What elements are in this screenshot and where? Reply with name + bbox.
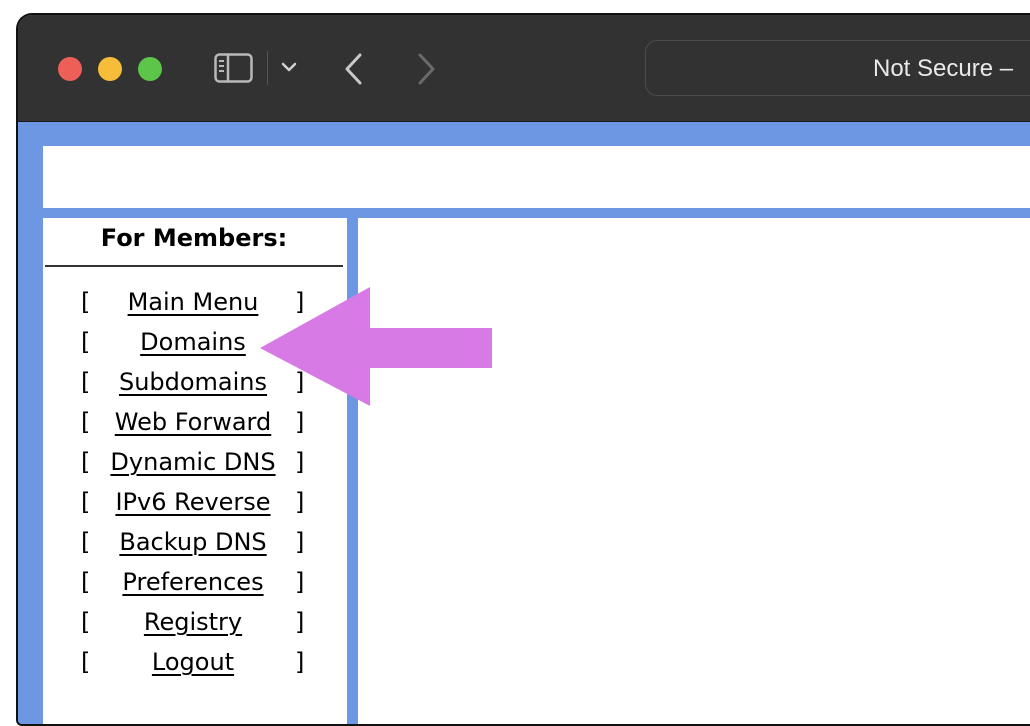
bracket-open: [	[81, 568, 91, 596]
bracket-close: ]	[295, 568, 305, 596]
address-bar[interactable]: Not Secure –	[645, 40, 1030, 96]
menu-link-backup-dns[interactable]: Backup DNS	[95, 528, 291, 556]
bracket-open: [	[81, 328, 91, 356]
forward-arrow-icon[interactable]	[414, 51, 438, 91]
browser-window: Not Secure – For Members: [Main Menu][Do…	[16, 13, 1030, 726]
heading-divider	[45, 265, 343, 267]
back-arrow-icon[interactable]	[342, 51, 366, 91]
sidebar-heading: For Members:	[100, 224, 288, 252]
bracket-open: [	[81, 288, 91, 316]
toolbar-divider	[267, 51, 268, 85]
sidebar-menu-item: [Preferences]	[43, 568, 345, 608]
bracket-open: [	[81, 528, 91, 556]
sidebar-menu-item: [IPv6 Reverse]	[43, 488, 345, 528]
bracket-open: [	[81, 608, 91, 636]
maximize-window-button[interactable]	[138, 57, 162, 81]
bracket-open: [	[81, 648, 91, 676]
highlight-arrow-icon	[260, 287, 492, 406]
bracket-open: [	[81, 448, 91, 476]
menu-link-preferences[interactable]: Preferences	[95, 568, 291, 596]
bracket-close: ]	[295, 528, 305, 556]
address-bar-text: Not Secure –	[873, 55, 1014, 82]
sidebar-menu-item: [Logout]	[43, 648, 345, 688]
web-page: For Members: [Main Menu][Domains][Subdom…	[18, 122, 1030, 724]
bracket-open: [	[81, 488, 91, 516]
sidebar-menu-item: [Web Forward]	[43, 408, 345, 448]
menu-link-ipv6-reverse[interactable]: IPv6 Reverse	[95, 488, 291, 516]
bracket-close: ]	[295, 648, 305, 676]
browser-toolbar: Not Secure –	[18, 15, 1030, 122]
bracket-open: [	[81, 408, 91, 436]
menu-link-logout[interactable]: Logout	[95, 648, 291, 676]
bracket-close: ]	[295, 488, 305, 516]
chevron-down-icon[interactable]	[280, 57, 298, 81]
close-window-button[interactable]	[58, 57, 82, 81]
sidebar-icon[interactable]	[214, 53, 254, 87]
sidebar-menu-item: [Backup DNS]	[43, 528, 345, 568]
minimize-window-button[interactable]	[98, 57, 122, 81]
bracket-close: ]	[295, 448, 305, 476]
page-banner	[43, 146, 1030, 208]
bracket-open: [	[81, 368, 91, 396]
arrow-shape	[260, 287, 492, 406]
menu-link-dynamic-dns[interactable]: Dynamic DNS	[95, 448, 291, 476]
menu-link-registry[interactable]: Registry	[95, 608, 291, 636]
sidebar-menu-item: [Dynamic DNS]	[43, 448, 345, 488]
sidebar-menu-item: [Registry]	[43, 608, 345, 648]
bracket-close: ]	[295, 608, 305, 636]
